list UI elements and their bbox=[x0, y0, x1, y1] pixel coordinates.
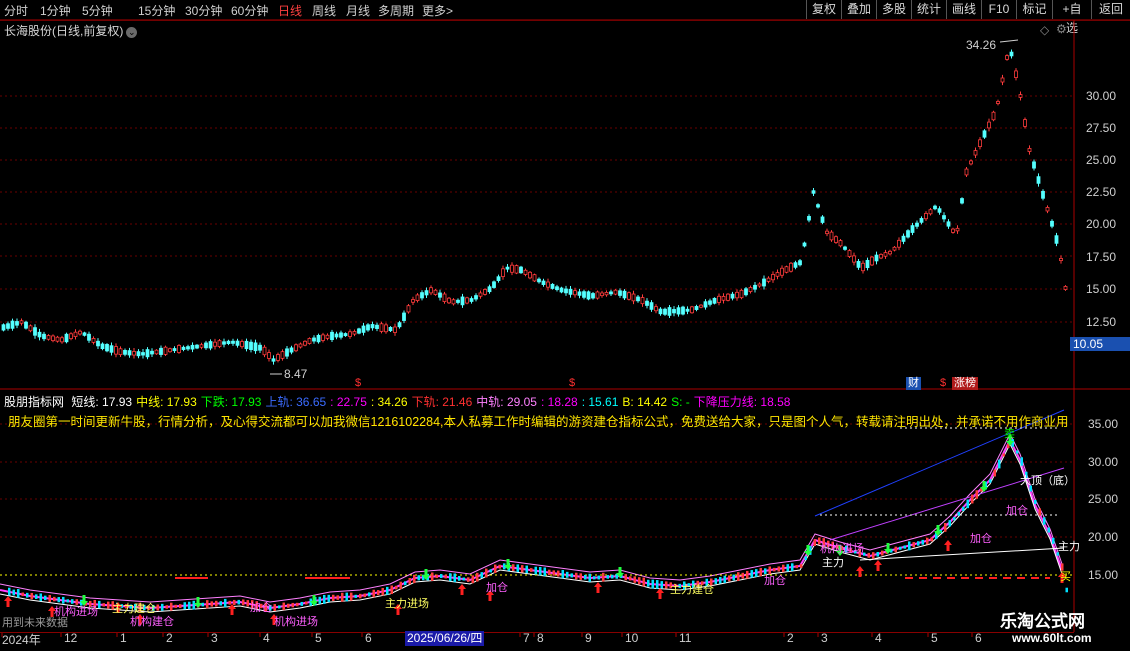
kline-chart bbox=[0, 19, 1130, 632]
date-label: 3 bbox=[211, 631, 218, 645]
date-label: 1 bbox=[120, 631, 127, 645]
indicator-header: 股朋指标网 短线: 17.93 中线: 17.93 下跌: 17.93 上轨: 36.… bbox=[4, 393, 798, 410]
date-label: 2024年 bbox=[2, 633, 41, 647]
future-data-note: 用到未来数据 bbox=[2, 617, 68, 629]
price-axis-label: 17.50 bbox=[1086, 250, 1117, 264]
watermark-url: www.60lt.com bbox=[1012, 631, 1092, 645]
indicator-value: : 34.26 bbox=[370, 395, 408, 409]
date-label: 7 bbox=[523, 631, 530, 645]
date-label: 9 bbox=[585, 631, 592, 645]
indicator-value: : 15.61 bbox=[581, 395, 619, 409]
chevron-down-icon[interactable]: ⌄ bbox=[126, 27, 138, 38]
date-label: 5 bbox=[931, 631, 938, 645]
signal-label: 卖 bbox=[1004, 428, 1015, 440]
signal-label: 大顶（底） bbox=[1020, 475, 1075, 487]
indicator-value: : 18.28 bbox=[540, 395, 578, 409]
price-axis-label: 15.00 bbox=[1086, 282, 1117, 296]
indicator-axis-label: 35.00 bbox=[1088, 417, 1119, 431]
event-marker-zhangbang[interactable]: 涨榜 bbox=[952, 377, 978, 390]
signal-label: 机构建仓 bbox=[130, 616, 174, 628]
indicator-name[interactable]: 股朋指标网 bbox=[4, 395, 64, 409]
indicator-value: 下降压力线: 18.58 bbox=[693, 395, 791, 409]
price-axis-label: 12.50 bbox=[1086, 315, 1117, 329]
date-label: 2 bbox=[787, 631, 794, 645]
indicator-value: 中轨: 29.05 bbox=[476, 395, 537, 409]
signal-label: 主力建仓 bbox=[112, 603, 156, 615]
diamond-icon[interactable]: ◇ bbox=[1040, 23, 1049, 37]
event-marker-s[interactable]: $ bbox=[938, 377, 948, 390]
price-axis-label: 30.00 bbox=[1086, 89, 1117, 103]
high-price-label: 34.26 bbox=[966, 38, 997, 52]
signal-label: 机构进场 bbox=[274, 616, 318, 628]
indicator-description: 朋友圈第一时间更新牛股，行情分析，及心得交流都可以加我微信1216102284,… bbox=[8, 415, 1068, 429]
price-axis-label: 27.50 bbox=[1086, 121, 1117, 135]
indicator-value: 中线: 17.93 bbox=[136, 395, 197, 409]
stock-title-text: 长海股份(日线,前复权) bbox=[4, 24, 124, 38]
watermark-logo: 乐淘公式网 bbox=[1000, 612, 1085, 631]
date-label: 11 bbox=[679, 631, 692, 645]
price-axis-label: 20.00 bbox=[1086, 217, 1117, 231]
signal-label: 加仓 bbox=[486, 582, 508, 594]
stock-title[interactable]: 长海股份(日线,前复权) ⌄ bbox=[4, 22, 138, 39]
candlesticks bbox=[1, 49, 1068, 365]
gear-icon[interactable]: ⚙ bbox=[1056, 22, 1067, 36]
signal-label: 加仓 bbox=[250, 602, 272, 614]
indicator-axis-label: 25.00 bbox=[1088, 492, 1119, 506]
signal-label: 主力 bbox=[1058, 541, 1080, 553]
event-marker-s[interactable]: $ bbox=[567, 377, 577, 390]
signal-label: 主力进场 bbox=[385, 598, 429, 610]
indicator-drawing bbox=[0, 409, 1074, 625]
price-axis-label: 25.00 bbox=[1086, 153, 1117, 167]
signal-label: 主力 bbox=[822, 557, 844, 569]
signal-label: 买 bbox=[1060, 571, 1071, 583]
date-label: 5 bbox=[315, 631, 322, 645]
indicator-value: 短线: 17.93 bbox=[71, 395, 133, 409]
indicator-axis-label: 15.00 bbox=[1088, 568, 1119, 582]
event-marker-finance[interactable]: 财 bbox=[906, 377, 921, 390]
date-label: 6 bbox=[365, 631, 372, 645]
date-label: 8 bbox=[537, 631, 544, 645]
main-grid bbox=[0, 95, 1074, 323]
signal-label: 主力建仓 bbox=[670, 584, 714, 596]
sub-grid bbox=[0, 423, 1074, 576]
date-label: 10 bbox=[625, 631, 639, 645]
signal-label: 加仓 bbox=[764, 575, 786, 587]
signal-label: 机构进场 bbox=[820, 543, 864, 555]
date-label: 12 bbox=[64, 631, 78, 645]
indicator-value: 下轨: 21.46 bbox=[411, 395, 473, 409]
date-label: 3 bbox=[821, 631, 828, 645]
indicator-value: : 22.75 bbox=[330, 395, 367, 409]
signal-label: 加仓 bbox=[970, 533, 992, 545]
indicator-values: 短线: 17.93 中线: 17.93 下跌: 17.93 上轨: 36.65: 22… bbox=[71, 395, 794, 409]
date-label: 6 bbox=[975, 631, 982, 645]
indicator-value: 上轨: 36.65 bbox=[265, 395, 327, 409]
indicator-value: S: - bbox=[671, 395, 690, 409]
signal-label: 加仓 bbox=[1006, 505, 1028, 517]
date-label: 4 bbox=[875, 631, 882, 645]
indicator-axis-label: 20.00 bbox=[1088, 530, 1119, 544]
indicator-value: 下跌: 17.93 bbox=[200, 395, 262, 409]
date-label: 2 bbox=[166, 631, 173, 645]
date-label: 4 bbox=[263, 631, 270, 645]
cursor-date-label: 2025/06/26/四 bbox=[405, 631, 485, 646]
indicator-value: B: 14.42 bbox=[622, 395, 668, 409]
current-price-flag: 10.05 bbox=[1070, 337, 1130, 351]
event-marker-s[interactable]: $ bbox=[353, 377, 363, 390]
price-axis-label: 22.50 bbox=[1086, 185, 1117, 199]
indicator-axis-label: 30.00 bbox=[1088, 455, 1119, 469]
low-price-label: 8.47 bbox=[284, 367, 308, 381]
